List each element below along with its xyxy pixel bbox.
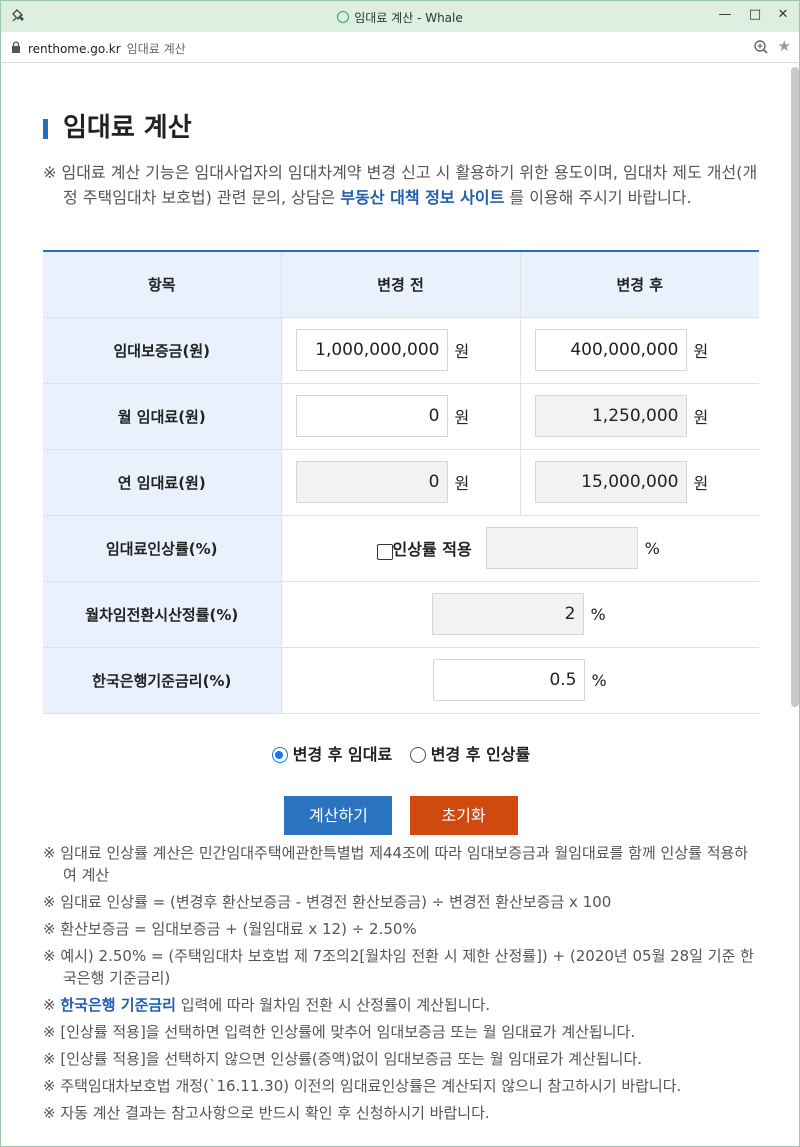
note-item: ※ 예시) 2.50% = (주택임대차 보호법 제 7조의2[월차임 전환 시… [43,947,754,987]
header-after: 변경 후 [520,251,759,318]
note-item: ※ 임대료 인상률 계산은 민간임대주택에관한특별법 제44조에 따라 임대보증… [43,844,749,884]
unit-label: 원 [693,408,709,427]
base-rate-input[interactable]: 0.5 [432,659,585,701]
window-title: 임대료 계산 - Whale [1,9,799,26]
unit-label: % [590,604,606,624]
row-label: 월차임전환시산정률(%) [43,581,282,648]
note-item: ※ 환산보증금 = 임대보증금 + (월임대료 x 12) ÷ 2.50% [43,920,417,938]
row-monthly-rent: 월 임대료(원) 0원 1,250,000 원 [43,383,759,450]
window-titlebar: 임대료 계산 - Whale — □ ✕ [0,0,800,32]
action-buttons: 계산하기 초기화 [43,796,759,835]
reset-button[interactable]: 초기화 [409,796,518,835]
radio-unselected-icon[interactable] [409,747,426,763]
deposit-after-input[interactable]: 400,000,000 [534,329,687,371]
zoom-icon[interactable] [753,39,769,55]
header-item: 항목 [43,251,282,318]
row-deposit: 임대보증금(원) 1,000,000,000 원 400,000,000 원 [43,317,759,384]
calc-mode-radio-group: 변경 후 임대료 변경 후 인상률 [43,741,759,765]
calculate-button[interactable]: 계산하기 [284,796,393,835]
intro-text: ※ 임대료 계산 기능은 임대사업자의 임대차계약 변경 신고 시 활용하기 위… [43,160,759,210]
bookmark-star-icon[interactable]: ★ [778,37,791,55]
row-label: 연 임대료(원) [43,449,282,516]
unit-label: % [591,670,607,690]
row-annual-rent: 연 임대료(원) 0원 15,000,000 원 [43,449,759,516]
page-title: 임대료 계산 [63,113,192,143]
note-item: ※ [인상률 적용]을 선택하지 않으면 인상률(증액)없이 임대보증금 또는 … [43,1050,643,1068]
unit-label: 원 [454,342,470,361]
row-label: 한국은행기준금리(%) [43,647,282,714]
row-label: 임대보증금(원) [43,317,282,384]
mode-after-rate[interactable]: 변경 후 인상률 [409,741,530,765]
unit-label: 원 [693,342,709,361]
note-item: ※ [인상률 적용]을 선택하면 입력한 인상률에 맞추어 임대보증금 또는 월… [43,1023,636,1041]
unit-label: % [644,538,660,558]
unit-label: 원 [693,474,709,493]
base-rate-link[interactable]: 한국은행 기준금리 [60,996,176,1014]
mode-after-rate-label[interactable]: 변경 후 인상률 [431,745,530,764]
minimize-button[interactable]: — [715,5,735,25]
maximize-button[interactable]: □ [745,5,765,25]
window-title-text: 임대료 계산 - Whale [354,11,463,25]
row-label: 임대료인상률(%) [43,515,282,582]
lock-icon [12,41,20,53]
rent-calc-table: 항목 변경 전 변경 후 임대보증금(원) 1,000,000,000 원 400… [43,250,759,714]
note-item: ※ 한국은행 기준금리 입력에 따라 월차임 전환 시 산정률이 계산됩니다. [43,994,759,1016]
url-domain: renthome.go.kr [28,42,121,56]
row-base-rate: 한국은행기준금리(%) 0.5% [43,647,759,714]
row-label: 월 임대료(원) [43,383,282,450]
radio-selected-icon[interactable] [271,747,288,763]
mode-after-rent[interactable]: 변경 후 임대료 [271,741,392,765]
deposit-before-input[interactable]: 1,000,000,000 [295,329,448,371]
conversion-rate-output: 2 [431,593,584,635]
note-prefix: ※ [43,996,61,1014]
note-suffix: 입력에 따라 월차임 전환 시 산정률이 계산됩니다. [175,996,491,1014]
header-before: 변경 전 [281,251,521,318]
apply-rate-checkbox[interactable] [376,543,393,560]
intro-suffix: 를 이용해 주시기 바랍니다. [504,188,692,207]
annual-rent-before-output: 0 [295,461,448,503]
apply-rate-label[interactable]: 인상률 적용 [393,540,472,559]
address-bar[interactable]: renthome.go.kr 임대료 계산 ★ [0,32,800,63]
notes-list: ※ 임대료 인상률 계산은 민간임대주택에관한특별법 제44조에 따라 임대보증… [43,842,759,1129]
url-text[interactable]: renthome.go.kr 임대료 계산 [28,40,186,57]
row-increase-rate: 임대료인상률(%) 인상률 적용% [43,515,759,582]
note-item: ※ 주택임대차보호법 개정(`16.11.30) 이전의 임대료인상률은 계산되… [43,1077,682,1095]
url-page-title: 임대료 계산 [126,42,186,56]
monthly-rent-after-output: 1,250,000 [534,395,687,437]
mode-after-rent-label[interactable]: 변경 후 임대료 [293,745,392,764]
monthly-rent-before-input[interactable]: 0 [295,395,448,437]
whale-icon [337,11,350,23]
row-conversion-rate: 월차임전환시산정률(%) 2% [43,581,759,648]
note-item: ※ 임대료 인상률 = (변경후 환산보증금 - 변경전 환산보증금) ÷ 변경… [43,893,612,911]
page-viewport: 임대료 계산 ※ 임대료 계산 기능은 임대사업자의 임대차계약 변경 신고 시… [0,63,800,1147]
close-button[interactable]: ✕ [773,5,793,25]
policy-site-link[interactable]: 부동산 대책 정보 사이트 [340,188,504,207]
unit-label: 원 [454,408,470,427]
note-item: ※ 자동 계산 결과는 참고사항으로 반드시 확인 후 신청하시기 바랍니다. [43,1104,490,1122]
annual-rent-after-output: 15,000,000 [534,461,687,503]
unit-label: 원 [454,474,470,493]
increase-rate-input[interactable] [485,527,638,569]
